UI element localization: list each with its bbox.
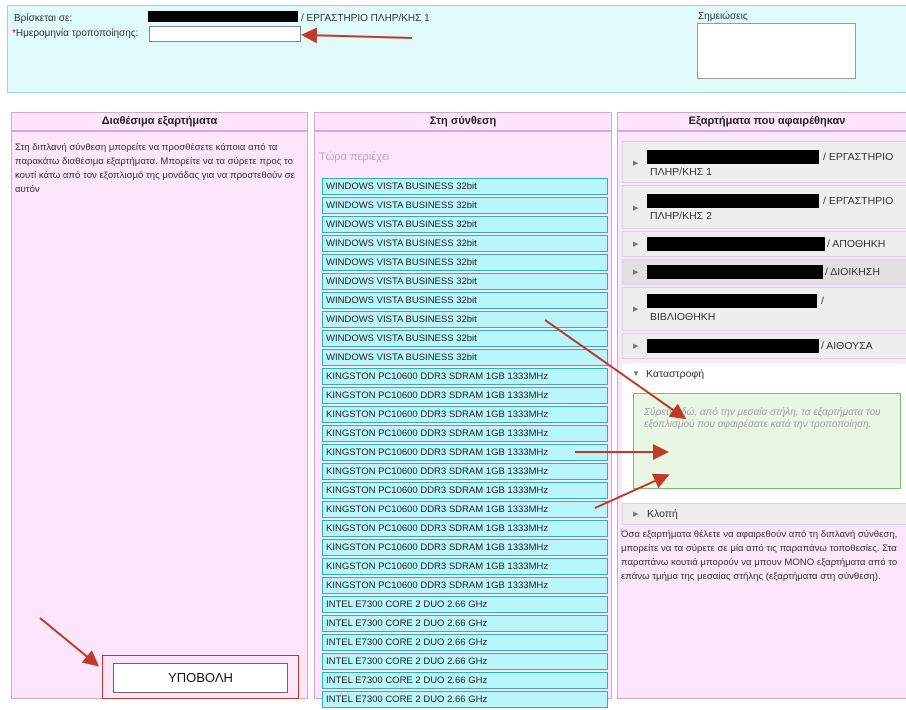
annotation-arrow [39,617,100,667]
annotation-arrow [301,27,413,44]
annotation-arrow [594,473,670,509]
annotation-arrow [544,319,687,420]
annotation-arrows [39,27,687,667]
